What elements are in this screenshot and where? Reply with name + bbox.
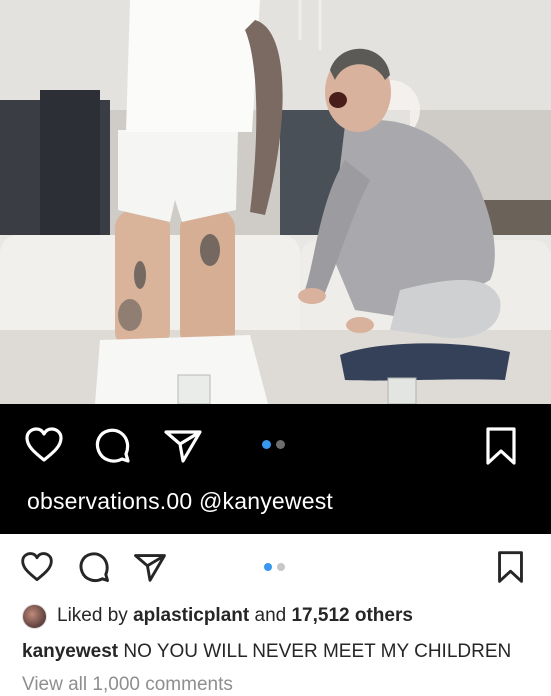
comment-icon[interactable]: [94, 427, 132, 465]
view-comments-link[interactable]: View all 1,000 comments: [22, 674, 233, 696]
carousel-dot: [277, 563, 285, 571]
dark-overlay-band: observations.00 @kanyewest: [0, 404, 551, 534]
caption-username[interactable]: kanyewest: [22, 641, 118, 662]
carousel-dot-active: [262, 440, 271, 449]
carousel-indicator: [262, 440, 285, 449]
likes-conjunction: and: [254, 605, 287, 626]
share-send-icon[interactable]: [133, 552, 167, 583]
caption-text: NO YOU WILL NEVER MEET MY CHILDREN: [123, 641, 512, 662]
save-bookmark-icon[interactable]: [497, 550, 524, 584]
carousel-dot: [276, 440, 285, 449]
like-heart-icon[interactable]: [20, 551, 54, 583]
bookmark-icon[interactable]: [485, 426, 517, 466]
photo-scene: [0, 0, 551, 404]
post-footer: Liked by aplasticplant and 17,512 others…: [0, 534, 551, 695]
carousel-indicator-footer: [264, 563, 285, 571]
post-photo[interactable]: [0, 0, 551, 404]
liker-username[interactable]: aplasticplant: [133, 605, 249, 627]
post-caption: kanyewest NO YOU WILL NEVER MEET MY CHIL…: [22, 641, 511, 663]
likes-summary[interactable]: Liked by aplasticplant and 17,512 others: [22, 603, 413, 629]
comment-bubble-icon[interactable]: [78, 551, 111, 584]
liker-avatar[interactable]: [22, 603, 47, 629]
overlay-caption: observations.00 @kanyewest: [27, 488, 333, 514]
likes-count[interactable]: 17,512 others: [291, 605, 412, 627]
send-icon[interactable]: [163, 428, 203, 464]
heart-icon[interactable]: [24, 426, 64, 464]
likes-prefix: Liked by: [57, 605, 128, 626]
carousel-dot-active: [264, 563, 272, 571]
dark-action-bar: [0, 404, 551, 484]
